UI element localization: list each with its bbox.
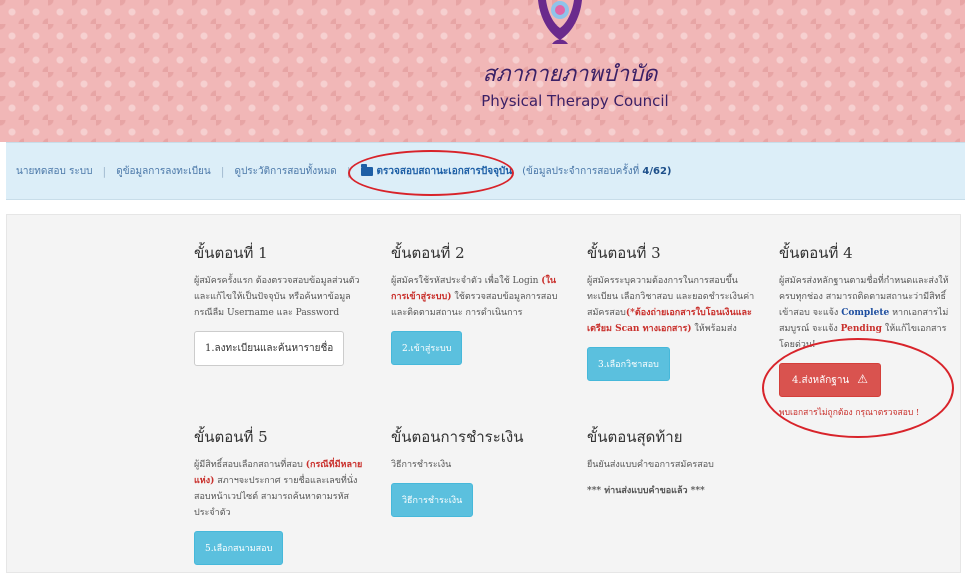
payment-method-button[interactable]: วิธีการชำระเงิน xyxy=(391,483,474,517)
step-3-description: ผู้สมัครระบุความต้องการในการสอบขึ้นทะเบี… xyxy=(587,273,762,337)
nav-item-document-status-label: ตรวจสอบสถานะเอกสารปัจจุบัน xyxy=(376,165,513,177)
step-2: ขั้นตอนที่ 2 ผู้สมัครใช้รหัสประจำตัว เพื… xyxy=(391,241,566,365)
step-5-desc-text: ผู้มีสิทธิ์สอบเลือกสถานที่สอบ xyxy=(194,460,306,470)
council-logo-icon xyxy=(538,0,582,44)
step-4: ขั้นตอนที่ 4 ผู้สมัครส่งหลักฐานตามชื่อที… xyxy=(779,241,954,419)
step-3-desc-text-end: ให้พร้อมส่ง xyxy=(691,324,737,334)
document-error-message: พบเอกสารไม่ถูกต้อง กรุณาตรวจสอบ ! xyxy=(779,408,920,418)
select-exam-site-button[interactable]: 5.เลือกสนามสอบ xyxy=(194,531,284,565)
nav-item-document-status[interactable]: ตรวจสอบสถานะเอกสารปัจจุบัน xyxy=(351,163,523,179)
submit-evidence-label: 4.ส่งหลักฐาน xyxy=(792,375,850,386)
step-payment-title: ขั้นตอนการชำระเงิน xyxy=(391,428,524,446)
step-5-description: ผู้มีสิทธิ์สอบเลือกสถานที่สอบ (กรณีที่มี… xyxy=(194,457,369,521)
step-4-desc-complete: Complete xyxy=(841,308,890,318)
nav-items: นายทดสอบ ระบบ | ดูข้อมูลการลงทะเบียน | ด… xyxy=(6,143,671,199)
header-banner: สภากายภาพบำบัด Physical Therapy Council xyxy=(0,0,965,142)
step-final: ขั้นตอนสุดท้าย ยืนยันส่งแบบคำขอการสมัครส… xyxy=(587,425,762,509)
step-2-desc-text: ผู้สมัครใช้รหัสประจำตัว เพื่อใช้ Login xyxy=(391,276,542,286)
folder-icon xyxy=(360,163,373,176)
step-1-description: ผู้สมัครครั้งแรก ต้องตรวจสอบข้อมูลส่วนตั… xyxy=(194,276,360,318)
nav-item-registration-info[interactable]: ดูข้อมูลการลงทะเบียน xyxy=(106,164,221,179)
brand-title-english: Physical Therapy Council xyxy=(481,92,669,110)
step-2-title: ขั้นตอนที่ 2 xyxy=(391,244,465,262)
submit-evidence-button[interactable]: 4.ส่งหลักฐาน ⚠ xyxy=(779,363,882,397)
top-navbar: นายทดสอบ ระบบ | ดูข้อมูลการลงทะเบียน | ด… xyxy=(6,142,965,200)
nav-item-exam-history[interactable]: ดูประวัติการสอบทั้งหมด xyxy=(224,164,346,179)
exam-round-prefix: (ข้อมูลประจำการสอบครั้งที่ xyxy=(522,165,640,177)
exam-round-note: (ข้อมูลประจำการสอบครั้งที่ 4/62) xyxy=(522,164,671,179)
steps-panel: ขั้นตอนที่ 1 ผู้สมัครครั้งแรก ต้องตรวจสอ… xyxy=(6,214,961,573)
register-search-button[interactable]: 1.ลงทะเบียนและค้นหารายชื่อ xyxy=(194,331,345,366)
brand-title-thai: สภากายภาพบำบัด xyxy=(482,62,658,87)
step-3: ขั้นตอนที่ 3 ผู้สมัครระบุความต้องการในกา… xyxy=(587,241,762,381)
step-final-description: ยืนยันส่งแบบคำขอการสมัครสอบ xyxy=(587,460,714,470)
step-3-title: ขั้นตอนที่ 3 xyxy=(587,244,661,262)
login-button[interactable]: 2.เข้าสู่ระบบ xyxy=(391,331,463,365)
step-1: ขั้นตอนที่ 1 ผู้สมัครครั้งแรก ต้องตรวจสอ… xyxy=(194,241,369,366)
step-payment-description: วิธีการชำระเงิน xyxy=(391,460,452,470)
nav-item-user[interactable]: นายทดสอบ ระบบ xyxy=(6,164,102,179)
warning-icon: ⚠ xyxy=(857,372,869,386)
step-final-title: ขั้นตอนสุดท้าย xyxy=(587,428,683,446)
step-4-description: ผู้สมัครส่งหลักฐานตามชื่อที่กำหนดและส่งใ… xyxy=(779,273,954,353)
step-5: ขั้นตอนที่ 5 ผู้มีสิทธิ์สอบเลือกสถานที่ส… xyxy=(194,425,369,565)
exam-round-value: 4/62) xyxy=(642,165,672,177)
step-2-description: ผู้สมัครใช้รหัสประจำตัว เพื่อใช้ Login (… xyxy=(391,273,566,321)
step-1-title: ขั้นตอนที่ 1 xyxy=(194,244,268,262)
step-5-desc-text-end: สภาฯจะประกาศ รายชื่อและเลขที่นั่งสอบหน้า… xyxy=(194,476,358,518)
step-payment: ขั้นตอนการชำระเงิน วิธีการชำระเงิน วิธีก… xyxy=(391,425,566,517)
select-subject-button[interactable]: 3.เลือกวิชาสอบ xyxy=(587,347,670,381)
step-4-desc-pending: Pending xyxy=(840,324,882,334)
submission-status: *** ท่านส่งแบบคำขอแล้ว *** xyxy=(587,486,705,496)
step-5-title: ขั้นตอนที่ 5 xyxy=(194,428,268,446)
step-4-title: ขั้นตอนที่ 4 xyxy=(779,244,853,262)
